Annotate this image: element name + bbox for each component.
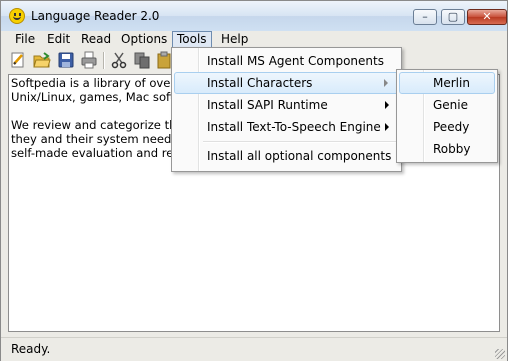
submenu-arrow-icon bbox=[385, 101, 389, 109]
cut-icon[interactable] bbox=[110, 51, 128, 69]
open-folder-icon[interactable] bbox=[33, 51, 51, 69]
menu-item-label: Install Text-To-Speech Engine bbox=[207, 120, 381, 134]
menu-read[interactable]: Read bbox=[77, 32, 115, 47]
menu-item-label: Install Characters bbox=[207, 76, 313, 90]
toolbar-separator bbox=[103, 52, 105, 69]
submenu-item-label: Merlin bbox=[433, 76, 470, 90]
submenu-arrow-icon bbox=[384, 79, 388, 87]
menu-item-install-tts-engine[interactable]: Install Text-To-Speech Engine bbox=[174, 116, 399, 138]
title-bar[interactable]: Language Reader 2.0 – ▢ ✕ bbox=[1, 1, 507, 32]
menu-item-install-sapi-runtime[interactable]: Install SAPI Runtime bbox=[174, 94, 399, 116]
menu-bar: File Edit Read Options Tools Help bbox=[1, 31, 507, 48]
save-icon[interactable] bbox=[57, 51, 75, 69]
resize-grip-icon[interactable] bbox=[495, 349, 505, 359]
submenu-item-robby[interactable]: Robby bbox=[399, 138, 495, 160]
submenu-item-label: Robby bbox=[433, 142, 471, 156]
menu-item-label: Install MS Agent Components bbox=[207, 54, 384, 68]
menu-help[interactable]: Help bbox=[217, 32, 252, 47]
menu-item-install-all-optional[interactable]: Install all optional components bbox=[174, 145, 399, 167]
characters-submenu: Merlin Genie Peedy Robby bbox=[396, 69, 498, 163]
tools-dropdown-menu: Install MS Agent Components Install Char… bbox=[171, 47, 402, 172]
copy-icon[interactable] bbox=[133, 51, 151, 69]
submenu-item-genie[interactable]: Genie bbox=[399, 94, 495, 116]
status-bar: Ready. bbox=[1, 337, 507, 361]
submenu-item-label: Genie bbox=[433, 98, 469, 112]
print-icon[interactable] bbox=[80, 51, 98, 69]
new-document-icon[interactable] bbox=[9, 51, 27, 69]
smiley-app-icon bbox=[9, 8, 25, 24]
menu-item-install-characters[interactable]: Install Characters bbox=[174, 72, 399, 94]
menu-item-label: Install SAPI Runtime bbox=[207, 98, 328, 112]
menu-item-install-ms-agent[interactable]: Install MS Agent Components bbox=[174, 50, 399, 72]
menu-tools[interactable]: Tools bbox=[172, 31, 212, 48]
submenu-arrow-icon bbox=[385, 123, 389, 131]
status-text: Ready. bbox=[11, 342, 51, 356]
submenu-item-merlin[interactable]: Merlin bbox=[399, 72, 495, 94]
close-button[interactable]: ✕ bbox=[467, 9, 507, 25]
menu-options[interactable]: Options bbox=[117, 32, 171, 47]
menu-file[interactable]: File bbox=[11, 32, 39, 47]
menu-edit[interactable]: Edit bbox=[43, 32, 74, 47]
menu-item-label: Install all optional components bbox=[207, 149, 392, 163]
submenu-item-label: Peedy bbox=[433, 120, 470, 134]
submenu-item-peedy[interactable]: Peedy bbox=[399, 116, 495, 138]
minimize-button[interactable]: – bbox=[413, 9, 437, 25]
window-title: Language Reader 2.0 bbox=[31, 9, 160, 23]
maximize-button[interactable]: ▢ bbox=[441, 9, 465, 25]
menu-separator bbox=[203, 141, 397, 143]
